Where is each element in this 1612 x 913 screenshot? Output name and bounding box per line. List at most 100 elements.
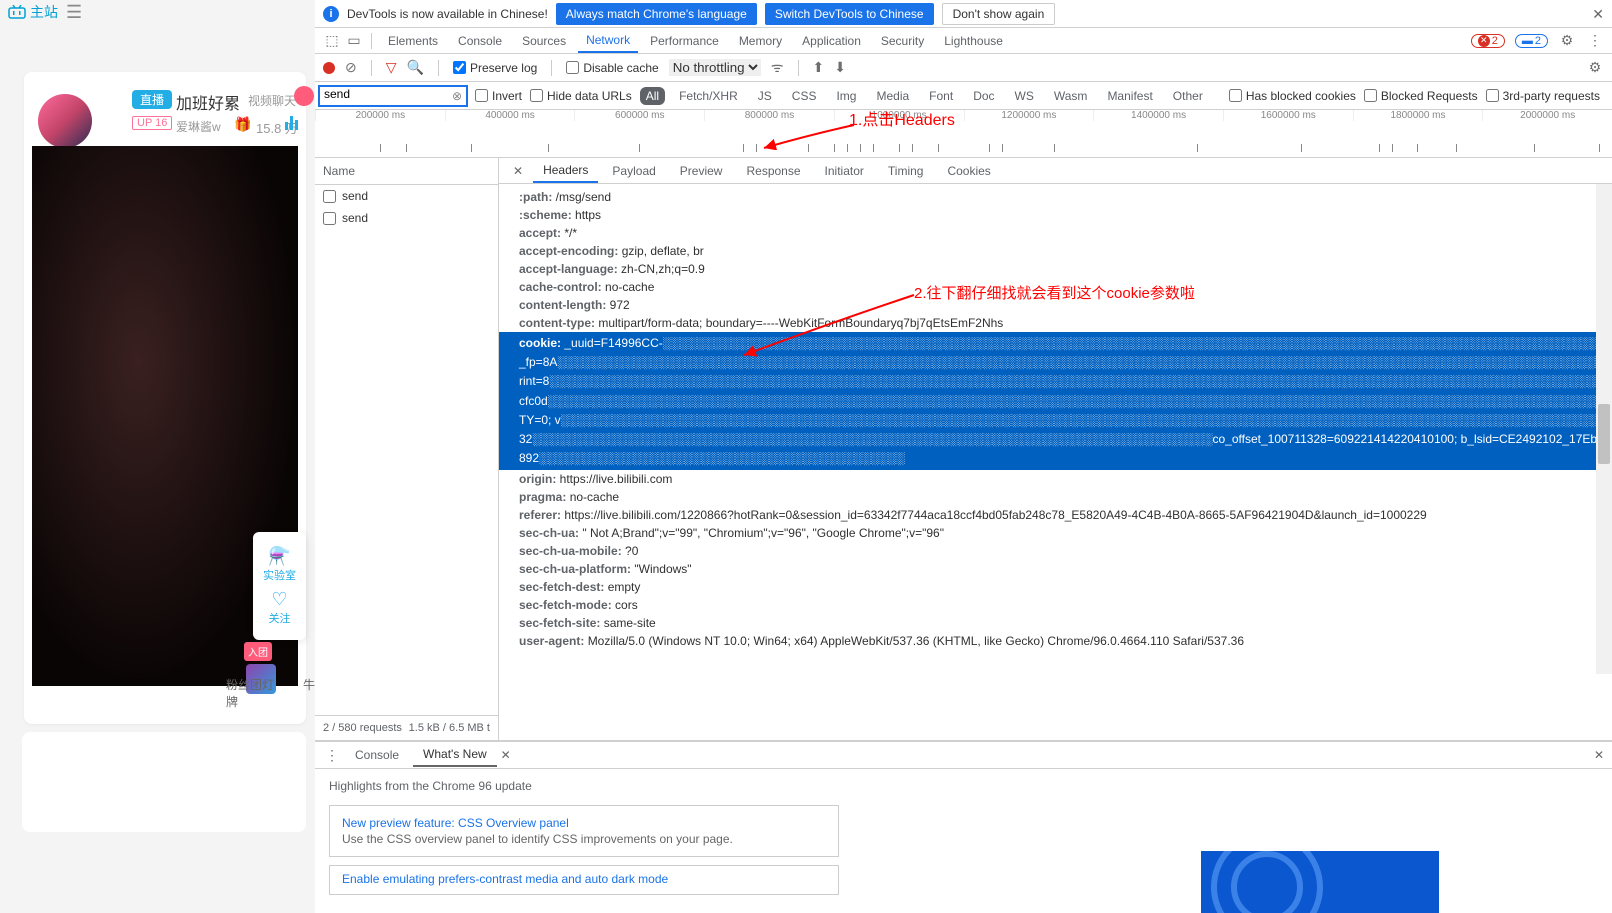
heart-icon: ♡: [263, 589, 296, 610]
upload-icon[interactable]: ⬆: [813, 59, 825, 76]
bilibili-sidebar: 主站 ☰ 直播 加班好累 视频聊天 UP 16 爱琳酱w 🎁 15.8 万 ⚗️…: [0, 0, 315, 913]
close-notice-icon[interactable]: ✕: [1592, 6, 1604, 23]
header-cookie-highlighted[interactable]: cookie: _uuid=F14996CC-░░░░░░░░░░░░░░░░░…: [499, 332, 1612, 470]
wifi-icon[interactable]: ᯤ: [771, 58, 784, 77]
filter-doc[interactable]: Doc: [967, 87, 1000, 105]
waterfall-timeline[interactable]: 200000 ms400000 ms600000 ms800000 ms1000…: [315, 110, 1612, 158]
record-icon[interactable]: [323, 62, 335, 74]
header-accept-encoding: accept-encoding: gzip, deflate, br: [499, 242, 1612, 260]
tab-performance[interactable]: Performance: [642, 30, 727, 52]
filter-input[interactable]: [324, 87, 444, 101]
tab-application[interactable]: Application: [794, 30, 869, 52]
tab-response[interactable]: Response: [736, 160, 810, 182]
search-icon[interactable]: 🔍: [407, 59, 424, 76]
notice-text: DevTools is now available in Chinese!: [347, 7, 548, 21]
scrollbar-thumb[interactable]: [1598, 404, 1610, 464]
tab-timing[interactable]: Timing: [878, 160, 934, 182]
bilibili-topbar: 主站 ☰: [0, 0, 315, 24]
dont-show-button[interactable]: Don't show again: [942, 3, 1056, 25]
tab-console[interactable]: Console: [450, 30, 510, 52]
clear-filter-icon[interactable]: ⊗: [452, 89, 462, 103]
filter-fetch-xhr[interactable]: Fetch/XHR: [673, 87, 744, 105]
download-icon[interactable]: ⬇: [834, 59, 846, 76]
cow-tab[interactable]: 牛: [303, 676, 315, 710]
whats-new-card-1[interactable]: New preview feature: CSS Overview panel …: [329, 805, 839, 857]
fan-badge-tab[interactable]: 粉丝团灯牌: [226, 676, 277, 710]
tab-preview[interactable]: Preview: [670, 160, 733, 182]
bilibili-logo[interactable]: 主站: [8, 2, 58, 22]
timeline-tick: 200000 ms: [315, 110, 445, 121]
filter-ws[interactable]: WS: [1009, 87, 1040, 105]
prefers-contrast-link[interactable]: Enable emulating prefers-contrast media …: [342, 872, 826, 886]
close-drawer-tab-icon[interactable]: ✕: [501, 748, 511, 762]
filter-other[interactable]: Other: [1167, 87, 1209, 105]
whats-new-card-2[interactable]: Enable emulating prefers-contrast media …: [329, 865, 839, 895]
drawer-tabs: ⋮ Console What's New ✕ ✕: [315, 741, 1612, 769]
filter-js[interactable]: JS: [752, 87, 778, 105]
drawer-console-tab[interactable]: Console: [345, 744, 409, 766]
drawer-more-icon[interactable]: ⋮: [323, 747, 341, 764]
scrollbar[interactable]: [1596, 184, 1612, 674]
streamer-avatar[interactable]: [38, 94, 92, 148]
header-path: :path: /msg/send: [499, 188, 1612, 206]
request-row[interactable]: send: [315, 207, 498, 229]
request-checkbox[interactable]: [323, 212, 336, 225]
annotation-1: 1.点击Headers: [849, 106, 955, 130]
filter-font[interactable]: Font: [923, 87, 959, 105]
tab-elements[interactable]: Elements: [380, 30, 446, 52]
gift-icon[interactable]: 🎁: [234, 116, 251, 133]
tab-security[interactable]: Security: [873, 30, 932, 52]
request-checkbox[interactable]: [323, 190, 336, 203]
tab-cookies[interactable]: Cookies: [937, 160, 1000, 182]
filter-media[interactable]: Media: [870, 87, 915, 105]
name-column-header[interactable]: Name: [315, 158, 498, 185]
timeline-tick: 1200000 ms: [964, 110, 1094, 121]
preserve-log-checkbox[interactable]: Preserve log: [453, 61, 537, 75]
filter-all[interactable]: All: [640, 87, 665, 105]
streamer-name[interactable]: 爱琳酱w: [176, 118, 221, 135]
tab-payload[interactable]: Payload: [602, 160, 665, 182]
hide-data-urls-checkbox[interactable]: Hide data URLs: [530, 89, 632, 103]
match-language-button[interactable]: Always match Chrome's language: [556, 3, 757, 25]
third-party-checkbox[interactable]: 3rd-party requests: [1486, 89, 1600, 103]
blocked-cookies-checkbox[interactable]: Has blocked cookies: [1229, 89, 1356, 103]
lab-button[interactable]: ⚗️实验室: [263, 546, 296, 583]
tab-memory[interactable]: Memory: [731, 30, 790, 52]
hamburger-icon[interactable]: ☰: [66, 2, 82, 23]
disable-cache-checkbox[interactable]: Disable cache: [566, 61, 658, 75]
inspect-icon[interactable]: ⬚: [323, 32, 341, 49]
tab-network[interactable]: Network: [578, 29, 638, 53]
tab-initiator[interactable]: Initiator: [815, 160, 874, 182]
switch-chinese-button[interactable]: Switch DevTools to Chinese: [765, 3, 934, 25]
close-detail-icon[interactable]: ✕: [507, 164, 529, 178]
invert-checkbox[interactable]: Invert: [475, 89, 522, 103]
clear-icon[interactable]: ⊘: [345, 59, 357, 76]
stream-title[interactable]: 加班好累: [176, 90, 240, 114]
filter-css[interactable]: CSS: [786, 87, 823, 105]
join-badge[interactable]: 入团: [244, 642, 272, 661]
drawer-whatsnew-tab[interactable]: What's New: [413, 743, 497, 767]
filter-wasm[interactable]: Wasm: [1048, 87, 1094, 105]
css-overview-link[interactable]: New preview feature: CSS Overview panel: [342, 816, 826, 830]
device-icon[interactable]: ▭: [345, 32, 363, 49]
tab-lighthouse[interactable]: Lighthouse: [936, 30, 1011, 52]
more-icon[interactable]: ⋮: [1586, 32, 1604, 49]
settings-gear-icon[interactable]: ⚙: [1586, 59, 1604, 76]
filter-manifest[interactable]: Manifest: [1101, 87, 1158, 105]
blocked-requests-checkbox[interactable]: Blocked Requests: [1364, 89, 1478, 103]
headers-content[interactable]: 2.往下翻仔细找就会看到这个cookie参数啦 :path: /msg/send…: [499, 184, 1612, 740]
error-count-badge[interactable]: ✕2: [1471, 34, 1505, 48]
tab-headers[interactable]: Headers: [533, 159, 598, 183]
logo-text: 主站: [30, 2, 58, 22]
issue-count-badge[interactable]: ▬2: [1515, 34, 1548, 48]
request-row[interactable]: send: [315, 185, 498, 207]
settings-icon[interactable]: ⚙: [1558, 32, 1576, 49]
close-drawer-icon[interactable]: ✕: [1594, 748, 1604, 762]
throttling-select[interactable]: No throttling: [669, 59, 761, 76]
tab-sources[interactable]: Sources: [514, 30, 574, 52]
video-chat-link[interactable]: 视频聊天: [248, 92, 296, 109]
whats-new-content: Highlights from the Chrome 96 update New…: [315, 769, 1612, 913]
filter-img[interactable]: Img: [830, 87, 862, 105]
filter-icon[interactable]: ▽: [386, 59, 397, 76]
follow-button[interactable]: ♡关注: [263, 589, 296, 626]
